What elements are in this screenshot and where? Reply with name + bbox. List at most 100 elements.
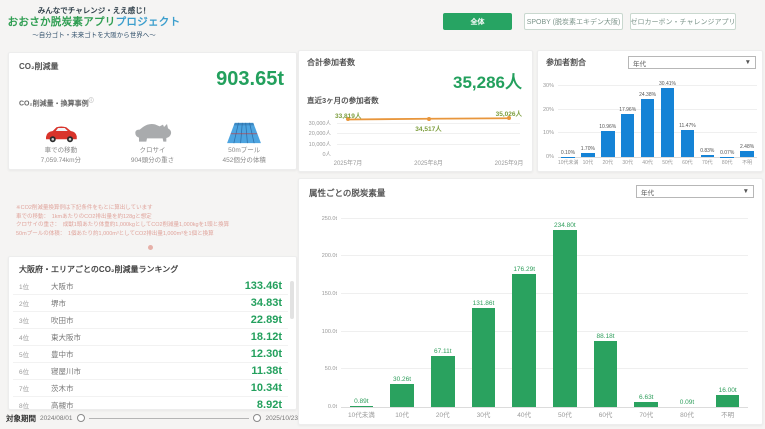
bar-series: 0.89t30.26t67.11t131.86t176.29t234.80t88… xyxy=(341,211,748,407)
period-slider-start-handle[interactable] xyxy=(77,414,85,422)
bar-series: 0.10%1.70%10.96%17.96%24.38%30.41%11.47%… xyxy=(558,81,757,157)
x-tick-label: 30代 xyxy=(618,159,638,168)
x-tick-label: 2025年7月 xyxy=(334,158,363,167)
attribute-age-dropdown-value: 年代 xyxy=(641,187,654,197)
x-tick-label: 60代 xyxy=(585,409,626,420)
rhino-icon xyxy=(133,118,173,144)
example-amount: 7,059.74km分 xyxy=(41,156,81,165)
x-tick-label: 不明 xyxy=(737,159,757,168)
bar[interactable] xyxy=(681,130,695,157)
x-tick-label: 80代 xyxy=(667,409,708,420)
y-tick-label: 10,000人 xyxy=(309,140,331,148)
area-cell: 堺市 xyxy=(51,298,251,309)
attribute-age-dropdown[interactable]: 年代 ▼ xyxy=(636,185,754,198)
y-tick-label: 50.0t xyxy=(325,366,337,372)
bar[interactable] xyxy=(581,153,595,157)
participants-title: 合計参加者数 xyxy=(307,57,355,68)
bar-slot-80代: 0.09t xyxy=(667,211,708,407)
bar[interactable] xyxy=(701,155,715,157)
y-tick-label: 150.0t xyxy=(322,291,337,297)
data-point[interactable] xyxy=(427,117,431,121)
value-cell: 10.34t xyxy=(251,382,288,394)
y-tick-label: 30% xyxy=(543,83,554,89)
bar[interactable] xyxy=(661,88,675,157)
rank-cell: 7位 xyxy=(13,383,51,393)
bar[interactable] xyxy=(350,406,374,407)
bar[interactable] xyxy=(390,384,414,407)
period-slider-track[interactable] xyxy=(89,418,250,419)
rank-cell: 1位 xyxy=(13,281,51,291)
example-car: 車での移動 7,059.74km分 xyxy=(15,109,107,165)
y-tick-label: 200.0t xyxy=(322,253,337,259)
filter-spoby-button[interactable]: SPOBY (脱炭素エキデン大阪) xyxy=(524,13,623,30)
bar[interactable] xyxy=(621,114,635,157)
rank-cell: 2位 xyxy=(13,298,51,308)
example-name: 50mプール xyxy=(228,146,260,155)
table-row[interactable]: 6位寝屋川市11.38t xyxy=(13,363,288,380)
footnote-line: クロサイの重さ： 成獣1頭あたり体重約1,000kgとしてCO2削減量1,000… xyxy=(16,221,284,230)
x-tick-label: 40代 xyxy=(504,409,545,420)
ratio-age-dropdown[interactable]: 年代 ▼ xyxy=(628,56,756,69)
period-end-date: 2025/10/23 xyxy=(265,415,298,422)
filter-all-button[interactable]: 全体 xyxy=(443,13,512,30)
bar[interactable] xyxy=(601,131,615,157)
bar[interactable] xyxy=(431,356,455,407)
area-cell: 豊中市 xyxy=(51,349,251,360)
rank-cell: 6位 xyxy=(13,366,51,376)
bar-slot-70代: 0.83% xyxy=(697,81,717,157)
co2-example-list: 車での移動 7,059.74km分 クロサイ 904頭分の重さ xyxy=(15,109,290,165)
bar-slot-70代: 6.63t xyxy=(626,211,667,407)
ratio-ylabels: 0%10%20%30% xyxy=(538,81,556,157)
page-indicator-dot[interactable] xyxy=(148,245,153,250)
bar-value-label: 131.86t xyxy=(473,300,495,307)
rank-cell: 3位 xyxy=(13,315,51,325)
table-row[interactable]: 5位豊中市12.30t xyxy=(13,346,288,363)
x-tick-label: 10代 xyxy=(578,159,598,168)
table-row[interactable]: 1位大阪市133.46t xyxy=(13,278,288,295)
period-slider-end-handle[interactable] xyxy=(253,414,261,422)
y-tick-label: 20% xyxy=(543,107,554,113)
example-rhino: クロサイ 904頭分の重さ xyxy=(107,109,199,165)
bar[interactable] xyxy=(553,230,577,407)
bar-slot-50代: 30.41% xyxy=(658,81,678,157)
app-title: おおさか脱炭素アプリプロジェクト xyxy=(4,14,184,29)
bar-value-label: 176.29t xyxy=(513,266,535,273)
filter-zerocarbon-button[interactable]: ゼロカーボン・チャレンジアプリ xyxy=(630,13,736,30)
area-cell: 吹田市 xyxy=(51,315,251,326)
table-row[interactable]: 2位堺市34.83t xyxy=(13,295,288,312)
bar[interactable] xyxy=(716,395,740,407)
bar[interactable] xyxy=(594,341,618,407)
table-row[interactable]: 3位吹田市22.89t xyxy=(13,312,288,329)
info-icon[interactable]: ⓘ xyxy=(89,98,94,104)
participants-line-xlabels: 2025年7月2025年8月2025年9月 xyxy=(337,158,520,168)
bar[interactable] xyxy=(512,274,536,407)
bar[interactable] xyxy=(740,151,754,157)
ranking-table: 1位大阪市133.46t2位堺市34.83t3位吹田市22.89t4位東大阪市1… xyxy=(13,278,288,406)
bar-value-label: 88.18t xyxy=(597,333,615,340)
bar-slot-30代: 17.96% xyxy=(618,81,638,157)
bar-slot-30代: 131.86t xyxy=(463,211,504,407)
table-row[interactable]: 7位茨木市10.34t xyxy=(13,380,288,397)
bar-slot-10代未満: 0.10% xyxy=(558,81,578,157)
period-slider-row: 対象期間 2024/08/01 2025/10/23 xyxy=(6,411,298,425)
y-tick-label: 0.0t xyxy=(328,404,337,410)
ratio-age-dropdown-value: 年代 xyxy=(633,58,646,68)
y-tick-label: 10% xyxy=(543,130,554,136)
bar-value-label: 17.96% xyxy=(619,107,636,113)
bar[interactable] xyxy=(472,308,496,407)
bar[interactable] xyxy=(634,402,658,407)
bar-slot-不明: 2.48% xyxy=(737,81,757,157)
bar[interactable] xyxy=(641,99,655,157)
value-cell: 34.83t xyxy=(251,297,288,309)
attribute-xlabels: 10代未満10代20代30代40代50代60代70代80代不明 xyxy=(341,409,748,420)
y-tick-label: 0人 xyxy=(322,150,331,158)
bar-value-label: 234.80t xyxy=(554,222,576,229)
bar-value-label: 30.41% xyxy=(659,81,676,87)
data-label: 33,819人 xyxy=(335,110,361,120)
bar-value-label: 2.48% xyxy=(740,144,754,150)
table-row[interactable]: 4位東大阪市18.12t xyxy=(13,329,288,346)
dashboard: みんなでチャレンジ・ええ感じ！ おおさか脱炭素アプリプロジェクト ～自分ゴト・未… xyxy=(0,0,765,429)
attribute-ylabels: 0.0t50.0t100.0t150.0t200.0t250.0t xyxy=(303,211,339,407)
x-tick-label: 2025年8月 xyxy=(414,158,443,167)
ranking-scrollbar[interactable] xyxy=(290,281,294,319)
